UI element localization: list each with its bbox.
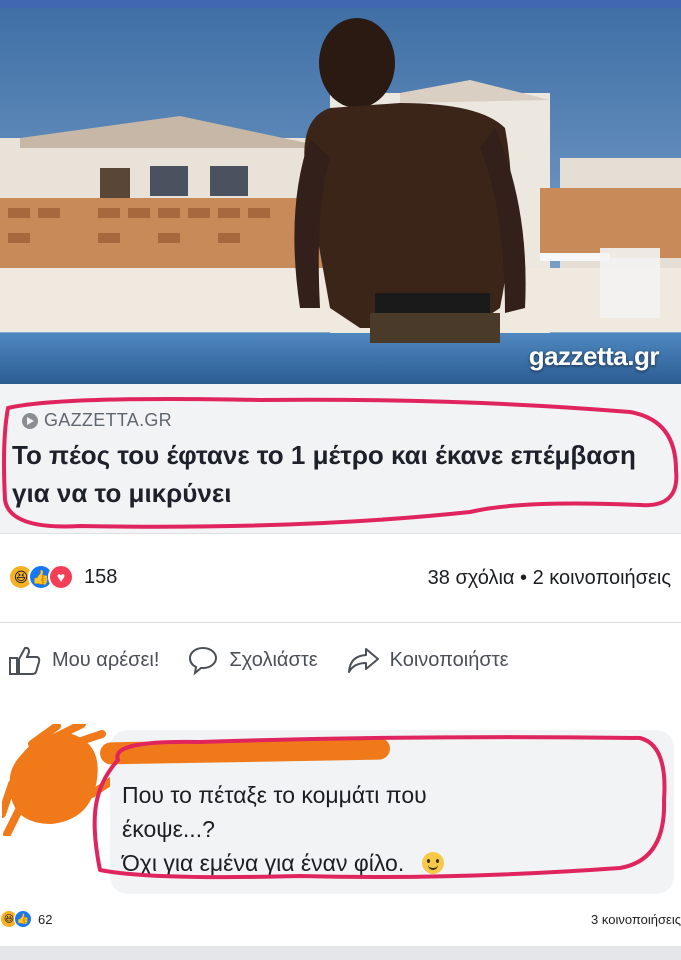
share-button-label: Κοινοποιήστε xyxy=(389,648,509,671)
like-button-label: Μου αρέσει! xyxy=(52,648,160,671)
post-footer: 😆 👍 ♥ 158 38 σχόλια • 2 κοινοποιήσεις Μο… xyxy=(0,534,681,706)
avatar-scribbled-out xyxy=(2,724,114,836)
comment-line-2: έκοψε...? xyxy=(122,816,215,842)
post-actions: Μου αρέσει! Σχολιάστε Κοινοποιήστε xyxy=(0,644,681,676)
smile-emoji-icon xyxy=(422,852,445,874)
comment-reaction-summary[interactable]: 😆 👍 62 xyxy=(0,910,52,928)
comment-line-1: Που το πέταξε το κομμάτι που xyxy=(122,782,427,808)
link-source: GAZZETTA.GR xyxy=(22,410,172,431)
like-reaction-icon: 👍 xyxy=(14,910,32,928)
comment-reaction-count: 62 xyxy=(38,911,53,927)
comment-line-3: Όχι για εμένα για έναν φίλο. xyxy=(122,846,642,880)
link-icon xyxy=(22,412,38,429)
thumbs-up-icon xyxy=(9,646,41,675)
comment-icon xyxy=(189,646,218,675)
like-button[interactable]: Μου αρέσει! xyxy=(8,644,159,676)
article-headline[interactable]: Το πέος του έφτανε το 1 μέτρο και έκανε … xyxy=(12,436,652,512)
link-source-label: GAZZETTA.GR xyxy=(44,410,172,430)
link-preview[interactable]: GAZZETTA.GR Το πέος του έφτανε το 1 μέτρ… xyxy=(0,384,681,534)
article-image[interactable]: gazzetta.gr xyxy=(0,8,681,384)
watermark-text: gazzetta.gr xyxy=(528,341,660,371)
comment-text: Που το πέταξε το κομμάτι που έκοψε...? Ό… xyxy=(122,778,642,880)
divider xyxy=(0,622,681,623)
comment-section: Που το πέταξε το κομμάτι που έκοψε...? Ό… xyxy=(0,706,681,960)
comment-line-3-text: Όχι για εμένα για έναν φίλο. xyxy=(122,850,405,876)
article-photo xyxy=(0,8,681,384)
comment-button-label: Σχολιάστε xyxy=(229,648,318,671)
share-button[interactable]: Κοινοποιήστε xyxy=(346,644,509,676)
bottom-strip xyxy=(0,946,681,960)
comments-shares-count[interactable]: 38 σχόλια • 2 κοινοποιήσεις xyxy=(428,567,671,590)
comment-shares-count[interactable]: 3 κοινοποιήσεις xyxy=(591,912,681,927)
share-icon xyxy=(347,648,379,673)
reaction-summary[interactable]: 😆 👍 ♥ 158 xyxy=(8,564,117,590)
reaction-count: 158 xyxy=(84,565,118,588)
comment-button[interactable]: Σχολιάστε xyxy=(187,644,318,676)
love-reaction-icon: ♥ xyxy=(48,564,74,590)
top-bar xyxy=(0,0,681,8)
